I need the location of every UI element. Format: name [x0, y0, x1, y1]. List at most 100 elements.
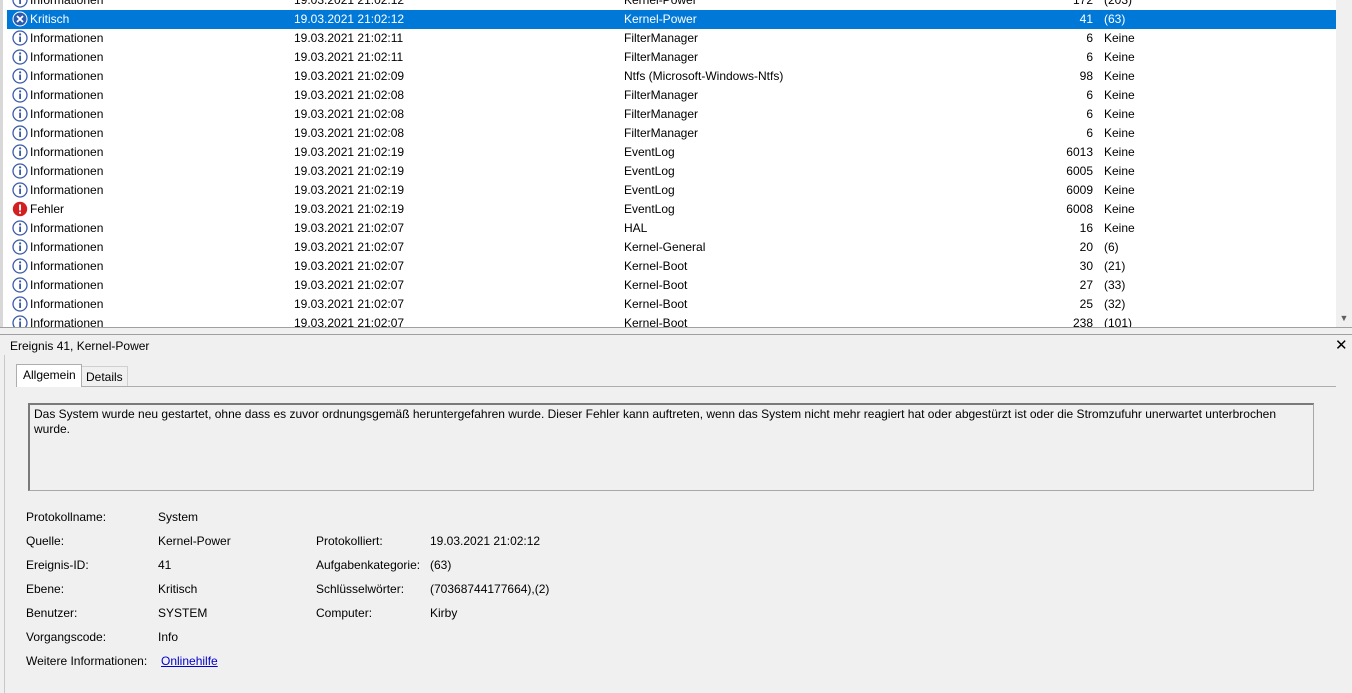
table-row[interactable]: Informationen 19.03.2021 21:02:09 Ntfs (Mi… [7, 67, 1339, 86]
table-row[interactable]: Informationen 19.03.2021 21:02:19 EventLog… [7, 162, 1339, 181]
info-icon [12, 220, 28, 236]
cell-event-id: 6 [1086, 107, 1093, 121]
info-icon [12, 239, 28, 255]
cell-level: Informationen [30, 88, 104, 102]
cell-task-category: (101) [1104, 316, 1133, 327]
label-user: Benutzer: [26, 606, 78, 620]
value-logged: 19.03.2021 21:02:12 [430, 534, 541, 548]
label-computer: Computer: [316, 606, 373, 620]
cell-date: 19.03.2021 21:02:19 [294, 145, 405, 159]
close-icon[interactable]: ✕ [1335, 336, 1348, 354]
cell-source: Kernel-Boot [624, 259, 688, 273]
cell-event-id: 20 [1079, 240, 1093, 254]
cell-task-category: Keine [1104, 31, 1135, 45]
cell-task-category: (21) [1104, 259, 1126, 273]
tab-divider [16, 386, 1336, 387]
table-row[interactable]: Informationen 19.03.2021 21:02:19 EventLog… [7, 143, 1339, 162]
table-row[interactable]: Informationen 19.03.2021 21:02:11 FilterMa… [7, 48, 1339, 67]
online-help-link[interactable]: Onlinehilfe [161, 654, 218, 668]
cell-event-id: 27 [1079, 278, 1093, 292]
table-row[interactable]: Informationen 19.03.2021 21:02:08 FilterMa… [7, 124, 1339, 143]
cell-date: 19.03.2021 21:02:19 [294, 202, 405, 216]
table-row[interactable]: Informationen 19.03.2021 21:02:19 EventLog… [7, 181, 1339, 200]
table-row[interactable]: Informationen 19.03.2021 21:02:07 HAL 16 Kei… [7, 219, 1339, 238]
info-icon [12, 30, 28, 46]
event-list[interactable]: Informationen 19.03.2021 21:02:12 Kernel-P… [0, 0, 1352, 327]
detail-pane: Allgemein Details Das System wurde neu g… [4, 355, 1351, 693]
cell-event-id: 16 [1079, 221, 1093, 235]
vertical-scrollbar[interactable]: ▼ [1336, 0, 1352, 327]
info-icon [12, 163, 28, 179]
cell-source: Kernel-Boot [624, 297, 688, 311]
cell-task-category: Keine [1104, 50, 1135, 64]
cell-date: 19.03.2021 21:02:08 [294, 126, 405, 140]
cell-date: 19.03.2021 21:02:07 [294, 259, 405, 273]
value-user: SYSTEM [158, 606, 208, 620]
info-icon [12, 49, 28, 65]
cell-event-id: 6005 [1066, 164, 1093, 178]
detail-title: Ereignis 41, Kernel-Power [10, 339, 150, 353]
cell-level: Informationen [30, 69, 104, 83]
table-row[interactable]: Informationen 19.03.2021 21:02:07 Kernel-G… [7, 238, 1339, 257]
tab-details[interactable]: Details [82, 366, 128, 386]
cell-level: Informationen [30, 31, 104, 45]
table-row[interactable]: Informationen 19.03.2021 21:02:08 FilterMa… [7, 105, 1339, 124]
value-keywords: (70368744177664),(2) [430, 582, 550, 596]
cell-level: Informationen [30, 240, 104, 254]
table-row[interactable]: Kritisch 19.03.2021 21:02:12 Kernel-Power 4… [7, 10, 1339, 29]
cell-task-category: (6) [1104, 240, 1119, 254]
cell-date: 19.03.2021 21:02:12 [294, 12, 405, 26]
cell-level: Kritisch [30, 12, 70, 26]
scroll-down-arrow-icon[interactable]: ▼ [1339, 313, 1349, 323]
cell-source: EventLog [624, 202, 675, 216]
table-row[interactable]: Informationen 19.03.2021 21:02:07 Kernel-B… [7, 257, 1339, 276]
table-row[interactable]: Informationen 19.03.2021 21:02:11 FilterMa… [7, 29, 1339, 48]
cell-event-id: 238 [1072, 316, 1093, 327]
value-log-name: System [158, 510, 199, 524]
cell-level: Fehler [30, 202, 65, 216]
table-row[interactable]: Informationen 19.03.2021 21:02:08 FilterMa… [7, 86, 1339, 105]
cell-task-category: Keine [1104, 107, 1135, 121]
info-icon [12, 87, 28, 103]
cell-source: Kernel-Boot [624, 316, 688, 327]
cell-source: Kernel-Power [624, 12, 697, 26]
cell-level: Informationen [30, 221, 104, 235]
value-level: Kritisch [158, 582, 198, 596]
value-task-category: (63) [430, 558, 452, 572]
info-icon [12, 315, 28, 327]
info-icon [12, 182, 28, 198]
cell-source: FilterManager [624, 107, 699, 121]
cell-event-id: 6013 [1066, 145, 1093, 159]
cell-task-category: Keine [1104, 145, 1135, 159]
value-computer: Kirby [430, 606, 458, 620]
table-row[interactable]: Informationen 19.03.2021 21:02:07 Kernel-B… [7, 295, 1339, 314]
table-row[interactable]: Informationen 19.03.2021 21:02:12 Kernel-P… [7, 0, 1339, 10]
label-event-id: Ereignis-ID: [26, 558, 89, 572]
info-icon [12, 0, 28, 8]
label-keywords: Schlüsselwörter: [316, 582, 405, 596]
cell-source: FilterManager [624, 126, 699, 140]
cell-date: 19.03.2021 21:02:11 [294, 50, 404, 64]
cell-level: Informationen [30, 107, 104, 121]
label-source: Quelle: [26, 534, 65, 548]
label-more-info: Weitere Informationen: [26, 654, 148, 668]
cell-level: Informationen [30, 145, 104, 159]
event-description[interactable]: Das System wurde neu gestartet, ohne das… [28, 403, 1314, 491]
label-log-name: Protokollname: [26, 510, 107, 524]
table-row[interactable]: Informationen 19.03.2021 21:02:07 Kernel-B… [7, 276, 1339, 295]
critical-icon [12, 11, 28, 27]
table-row[interactable]: Fehler 19.03.2021 21:02:19 EventLog 6008 Kei… [7, 200, 1339, 219]
tab-allgemein[interactable]: Allgemein [16, 364, 82, 387]
cell-source: Kernel-General [624, 240, 706, 254]
value-event-id: 41 [158, 558, 172, 572]
cell-task-category: (32) [1104, 297, 1126, 311]
cell-source: Kernel-Boot [624, 278, 688, 292]
info-icon [12, 296, 28, 312]
pane-splitter[interactable] [0, 327, 1352, 335]
table-row[interactable]: Informationen 19.03.2021 21:02:07 Kernel-B… [7, 314, 1339, 327]
cell-date: 19.03.2021 21:02:19 [294, 183, 405, 197]
cell-event-id: 172 [1072, 0, 1093, 7]
value-opcode: Info [158, 630, 179, 644]
cell-event-id: 6008 [1066, 202, 1093, 216]
cell-task-category: Keine [1104, 221, 1135, 235]
